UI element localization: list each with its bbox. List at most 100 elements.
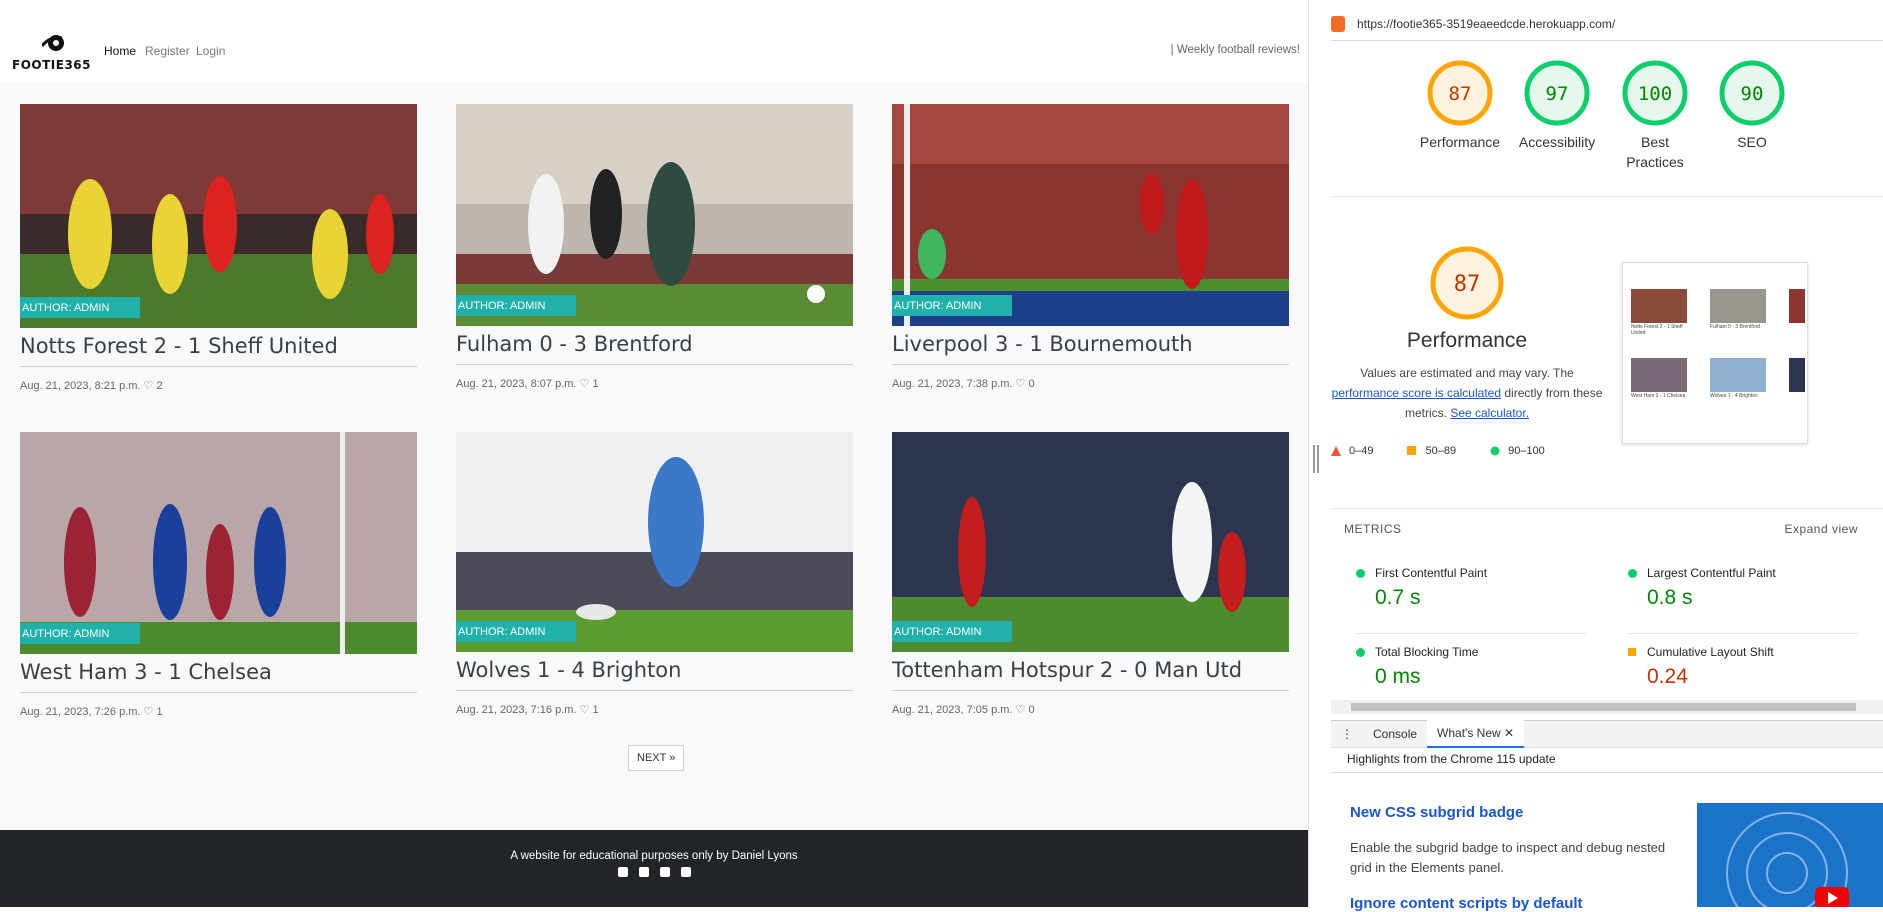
post-title[interactable]: Tottenham Hotspur 2 - 0 Man Utd: [892, 656, 1289, 691]
pass-circle-icon: [1490, 446, 1500, 456]
section-divider: [1331, 196, 1883, 197]
whats-new-video-thumbnail[interactable]: [1697, 803, 1883, 907]
gauge-seo[interactable]: 90 SEO: [1697, 60, 1807, 152]
gauge-label: SEO: [1737, 134, 1767, 150]
nav-login-link[interactable]: Login: [196, 44, 225, 58]
see-calculator-link[interactable]: See calculator.: [1450, 406, 1529, 420]
panel-resize-handle[interactable]: [1313, 445, 1319, 473]
gauge-value: 90: [1741, 83, 1764, 105]
gauge-best-practices[interactable]: 100 Best Practices: [1600, 60, 1710, 172]
article-title-link[interactable]: Ignore content scripts by default: [1350, 895, 1583, 912]
post-image[interactable]: AUTHOR: ADMIN: [892, 432, 1289, 652]
gauge-label: Best Practices: [1626, 134, 1684, 170]
author-badge: AUTHOR: ADMIN: [20, 297, 140, 318]
section-divider: [1331, 772, 1883, 773]
fail-triangle-icon: [1331, 446, 1341, 456]
post-title[interactable]: Notts Forest 2 - 1 Sheff United: [20, 332, 417, 367]
nav-register-link[interactable]: Register: [145, 44, 190, 58]
post-meta: Aug. 21, 2023, 7:26 p.m. ♡ 1: [20, 706, 163, 718]
metric-value: 0.8 s: [1647, 586, 1693, 609]
post-image[interactable]: AUTHOR: ADMIN: [20, 432, 417, 654]
report-url: https://footie365-3519eaeedcde.herokuapp…: [1357, 17, 1616, 31]
top-strip: [0, 0, 1308, 23]
footer-text: A website for educational purposes only …: [510, 850, 798, 862]
highlights-heading: Highlights from the Chrome 115 update: [1347, 752, 1556, 766]
average-square-icon: [1407, 446, 1417, 455]
horizontal-scrollbar[interactable]: [1331, 700, 1883, 714]
tab-console[interactable]: Console: [1363, 721, 1427, 747]
post-card[interactable]: AUTHOR: ADMIN Wolves 1 - 4 Brighton Aug.…: [456, 432, 853, 716]
pass-circle-icon: [1628, 568, 1637, 578]
score-legend: 0–49 50–89 90–100: [1331, 445, 1545, 457]
gauge-label: Performance: [1419, 134, 1501, 150]
metrics-label: METRICS: [1344, 522, 1402, 536]
page-screenshot-thumbnail[interactable]: Notts Forest 2 - 1 Sheff United Fulham 0…: [1622, 262, 1808, 444]
next-page-button[interactable]: NEXT »: [628, 745, 685, 771]
score-calculation-link[interactable]: performance score is calculated: [1332, 386, 1501, 400]
post-title[interactable]: Liverpool 3 - 1 Bournemouth: [892, 330, 1289, 365]
website-viewport: FOOTIE365 Home Register Login | Weekly f…: [0, 0, 1309, 907]
instagram-icon[interactable]: [659, 867, 670, 877]
gauge-value: 87: [1449, 83, 1472, 105]
close-icon[interactable]: ✕: [1504, 726, 1514, 740]
author-badge: AUTHOR: ADMIN: [892, 295, 1012, 316]
post-image[interactable]: AUTHOR: ADMIN: [456, 104, 853, 326]
pass-circle-icon: [1356, 647, 1365, 657]
performance-score: 87: [1454, 272, 1481, 297]
article-title-link[interactable]: New CSS subgrid badge: [1350, 804, 1523, 821]
site-footer: A website for educational purposes only …: [0, 830, 1308, 907]
nav-home-link[interactable]: Home: [104, 44, 136, 58]
lighthouse-icon: [1331, 16, 1345, 32]
gauge-performance[interactable]: 87 Performance: [1405, 60, 1515, 152]
gauge-value: 100: [1638, 83, 1672, 105]
post-meta: Aug. 21, 2023, 8:21 p.m. ♡ 2: [20, 380, 163, 392]
metric-fcp: First Contentful Paint 0.7 s: [1356, 566, 1586, 610]
metric-lcp: Largest Contentful Paint 0.8 s: [1628, 566, 1858, 610]
post-image[interactable]: AUTHOR: ADMIN: [20, 104, 417, 328]
drawer-tabbar: ⋮ Console What's New ✕: [1331, 720, 1883, 748]
metric-value: 0 ms: [1375, 665, 1421, 688]
drawer-menu-icon[interactable]: ⋮: [1331, 721, 1363, 747]
lighthouse-url-bar: https://footie365-3519eaeedcde.herokuapp…: [1331, 8, 1883, 41]
performance-gauge-large: 87: [1430, 246, 1504, 320]
site-logo[interactable]: FOOTIE365: [12, 32, 91, 74]
performance-summary: 87 Performance Values are estimated and …: [1331, 245, 1603, 423]
expand-view-toggle[interactable]: Expand view: [1784, 522, 1858, 536]
average-square-icon: [1628, 647, 1636, 656]
gauge-value: 97: [1546, 83, 1569, 105]
post-card[interactable]: AUTHOR: ADMIN Tottenham Hotspur 2 - 0 Ma…: [892, 432, 1289, 716]
gauge-label: Accessibility: [1518, 134, 1596, 150]
performance-title: Performance: [1406, 329, 1528, 352]
post-card[interactable]: AUTHOR: ADMIN Notts Forest 2 - 1 Sheff U…: [20, 104, 417, 392]
author-badge: AUTHOR: ADMIN: [456, 295, 576, 316]
facebook-icon[interactable]: [617, 867, 628, 877]
metric-tbt: Total Blocking Time 0 ms: [1356, 633, 1586, 689]
article-description: Enable the subgrid badge to inspect and …: [1350, 840, 1666, 875]
metric-value: 0.7 s: [1375, 586, 1421, 609]
metric-cls: Cumulative Layout Shift 0.24: [1628, 633, 1858, 689]
site-tagline: | Weekly football reviews!: [1170, 44, 1300, 56]
gauge-accessibility[interactable]: 97 Accessibility: [1502, 60, 1612, 152]
performance-description: Values are estimated and may vary. The p…: [1331, 366, 1603, 420]
post-card[interactable]: AUTHOR: ADMIN Liverpool 3 - 1 Bournemout…: [892, 104, 1289, 390]
post-image[interactable]: AUTHOR: ADMIN: [456, 432, 853, 652]
post-title[interactable]: Wolves 1 - 4 Brighton: [456, 656, 853, 691]
author-badge: AUTHOR: ADMIN: [892, 621, 1012, 642]
twitter-icon[interactable]: [638, 867, 649, 877]
post-meta: Aug. 21, 2023, 7:05 p.m. ♡ 0: [892, 704, 1035, 716]
post-title[interactable]: Fulham 0 - 3 Brentford: [456, 330, 853, 365]
football-logo-icon: [42, 35, 64, 51]
section-divider: [1331, 508, 1883, 509]
author-badge: AUTHOR: ADMIN: [20, 623, 140, 644]
post-title[interactable]: West Ham 3 - 1 Chelsea: [20, 658, 417, 693]
post-card[interactable]: AUTHOR: ADMIN Fulham 0 - 3 Brentford Aug…: [456, 104, 853, 390]
metric-value: 0.24: [1647, 665, 1688, 688]
post-card[interactable]: AUTHOR: ADMIN West Ham 3 - 1 Chelsea Aug…: [20, 432, 417, 718]
post-meta: Aug. 21, 2023, 8:07 p.m. ♡ 1: [456, 378, 599, 390]
tab-whats-new[interactable]: What's New ✕: [1427, 720, 1525, 748]
post-meta: Aug. 21, 2023, 7:38 p.m. ♡ 0: [892, 378, 1035, 390]
pass-circle-icon: [1356, 568, 1365, 578]
youtube-icon[interactable]: [680, 867, 691, 877]
navbar: FOOTIE365 Home Register Login | Weekly f…: [0, 22, 1308, 82]
post-image[interactable]: AUTHOR: ADMIN: [892, 104, 1289, 326]
